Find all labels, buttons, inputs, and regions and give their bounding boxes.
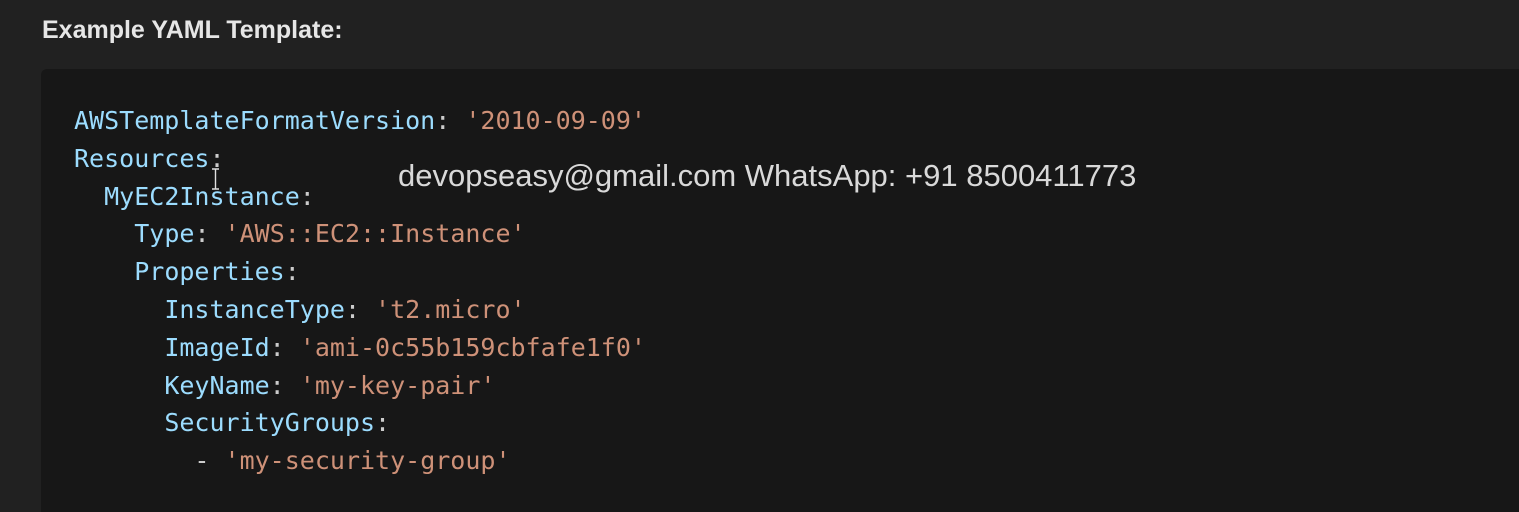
- code-separator: :: [194, 219, 225, 249]
- code-block[interactable]: AWSTemplateFormatVersion: '2010-09-09' Re…: [41, 69, 1519, 512]
- code-key: KeyName: [164, 370, 270, 400]
- code-line: InstanceType: 't2.micro': [74, 291, 646, 329]
- contact-watermark: devopseasy@gmail.com WhatsApp: +91 85004…: [398, 158, 1137, 193]
- code-separator: :: [269, 370, 300, 400]
- code-key: InstanceType: [164, 294, 345, 324]
- code-line: SecurityGroups:: [74, 404, 646, 442]
- code-value: 'my-security-group': [224, 446, 511, 476]
- code-line: KeyName: 'my-key-pair': [74, 367, 646, 405]
- code-separator: -: [194, 446, 225, 476]
- code-separator: :: [209, 143, 225, 173]
- code-value: '2010-09-09': [465, 106, 646, 135]
- code-separator: :: [375, 408, 391, 438]
- code-key: SecurityGroups: [164, 408, 376, 438]
- code-separator: :: [435, 106, 466, 135]
- code-key: MyEC2Instance: [104, 181, 300, 211]
- code-key: AWSTemplateFormatVersion: [74, 106, 436, 135]
- code-line: ImageId: 'ami-0c55b159cbfafe1f0': [74, 329, 646, 367]
- code-key: Resources: [74, 143, 210, 173]
- code-separator: :: [344, 294, 376, 324]
- page: Example YAML Template: AWSTemplateFormat…: [0, 0, 1519, 512]
- code-line: Properties:: [74, 253, 646, 291]
- code-separator: :: [269, 332, 300, 362]
- code-line: - 'my-security-group': [74, 442, 646, 480]
- code-line: Type: 'AWS::EC2::Instance': [74, 215, 646, 253]
- code-line: AWSTemplateFormatVersion: '2010-09-09': [74, 102, 646, 140]
- code-value: 'ami-0c55b159cbfafe1f0': [299, 332, 646, 362]
- code-key: Type: [134, 219, 195, 249]
- code-key: Properties: [134, 257, 285, 287]
- section-heading: Example YAML Template:: [42, 16, 343, 44]
- code-value: 't2.micro': [375, 294, 526, 324]
- code-key: ImageId: [164, 332, 270, 362]
- code-value: 'my-key-pair': [299, 370, 496, 400]
- code-separator: :: [284, 257, 300, 287]
- code-value: 'AWS::EC2::Instance': [224, 219, 526, 249]
- code-separator: :: [299, 181, 315, 211]
